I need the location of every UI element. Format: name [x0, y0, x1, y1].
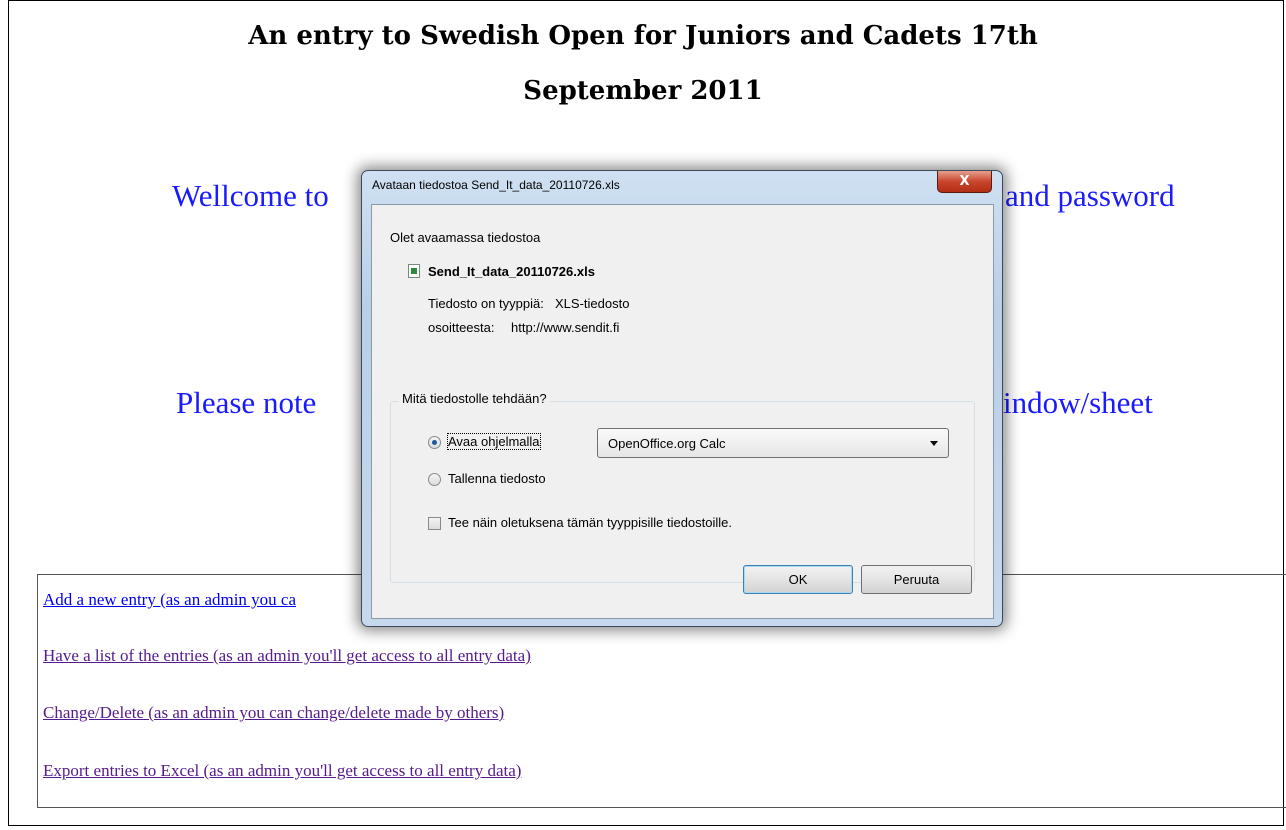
default-action-label[interactable]: Tee näin oletuksena tämän tyyppisille ti… [448, 515, 732, 530]
open-with-label[interactable]: Avaa ohjelmalla [447, 433, 541, 450]
export-excel-link[interactable]: Export entries to Excel (as an admin you… [43, 761, 521, 781]
close-icon: X [959, 174, 970, 189]
dialog-title: Avataan tiedostoa Send_It_data_20110726.… [372, 178, 620, 192]
file-type-label: Tiedosto on tyyppiä: [428, 296, 544, 311]
file-source-value: http://www.sendit.fi [511, 320, 620, 335]
save-file-radio[interactable] [428, 473, 441, 486]
page-title-line1: An entry to Swedish Open for Juniors and… [248, 21, 1038, 51]
ok-button[interactable]: OK [743, 565, 853, 594]
file-type-value: XLS-tiedosto [555, 296, 630, 311]
change-delete-link[interactable]: Change/Delete (as an admin you can chang… [43, 703, 504, 723]
action-group-label: Mitä tiedostolle tehdään? [399, 391, 550, 406]
cancel-button[interactable]: Peruuta [861, 565, 972, 594]
dialog-client-area: Olet avaamassa tiedostoa Send_It_data_20… [371, 204, 994, 619]
note-text-left: Please note [176, 385, 317, 420]
list-entries-link[interactable]: Have a list of the entries (as an admin … [43, 646, 531, 666]
open-with-app-value: OpenOffice.org Calc [608, 436, 726, 451]
file-source-label: osoitteesta: [428, 320, 495, 335]
default-action-checkbox[interactable] [428, 517, 441, 530]
chevron-down-icon [930, 441, 938, 446]
dialog-intro-text: Olet avaamassa tiedostoa [390, 230, 541, 245]
dialog-file-name: Send_It_data_20110726.xls [428, 264, 595, 279]
save-file-label[interactable]: Tallenna tiedosto [448, 471, 546, 486]
page-title-line2: September 2011 [523, 76, 763, 106]
welcome-text-left: Wellcome to [172, 178, 329, 213]
welcome-text-right: and password [1005, 178, 1175, 213]
xls-file-icon [408, 264, 420, 278]
file-open-dialog: Avataan tiedostoa Send_It_data_20110726.… [361, 170, 1003, 627]
note-text-right: indow/sheet [1003, 385, 1153, 420]
add-entry-link[interactable]: Add a new entry (as an admin you ca [43, 590, 296, 610]
open-with-app-select[interactable]: OpenOffice.org Calc [597, 428, 949, 458]
dialog-close-button[interactable]: X [937, 171, 992, 193]
open-with-radio[interactable] [428, 436, 441, 449]
